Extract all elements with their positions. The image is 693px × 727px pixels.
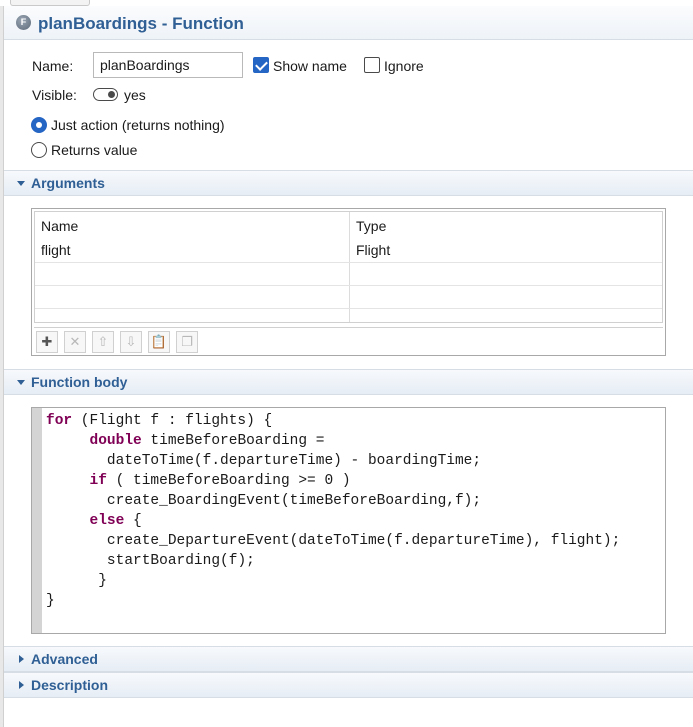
description-section-title: Description [31,677,109,693]
function-body-section-header[interactable]: Function body [4,369,693,395]
panel-border [0,6,4,727]
code-line[interactable]: } [46,571,620,591]
visible-value: yes [124,87,146,103]
code-gutter [32,408,42,633]
code-line[interactable]: if ( timeBeforeBoarding >= 0 ) [46,471,620,491]
code-line[interactable]: } [46,591,620,611]
move-up-icon[interactable]: ⇧ [92,331,114,353]
row-divider [35,285,662,286]
column-separator [349,212,350,322]
column-header-name[interactable]: Name [41,218,78,234]
code-line[interactable]: create_DepartureEvent(dateToTime(f.depar… [46,531,620,551]
properties-header: F planBoardings - Function [4,6,693,40]
paste-icon[interactable]: 📋 [148,331,170,353]
code-line[interactable]: startBoarding(f); [46,551,620,571]
visible-label: Visible: [32,87,77,103]
returns-value-label[interactable]: Returns value [51,142,137,158]
function-body-section-title: Function body [31,374,128,390]
arguments-section-header[interactable]: Arguments [4,170,693,196]
name-label: Name: [32,58,74,74]
column-header-type[interactable]: Type [356,218,386,234]
page-title: planBoardings - Function [38,14,244,33]
code-text: dateToTime(f.departureTime) - boardingTi… [106,453,482,469]
code-keyword: else [89,513,125,529]
visible-toggle[interactable] [93,88,118,101]
arguments-table-box: Name Type flight Flight ✚ ✕ ⇧ ⇩ 📋 ❐ [31,208,666,356]
chevron-down-icon [17,181,25,186]
code-text: timeBeforeBoarding = [141,433,325,449]
code-keyword: double [89,433,142,449]
code-line[interactable]: else { [46,511,620,531]
chevron-right-icon [19,681,24,689]
arguments-table: Name Type flight Flight [34,211,663,323]
just-action-label[interactable]: Just action (returns nothing) [51,117,225,133]
returns-value-radio[interactable] [31,142,47,158]
row-divider [35,308,662,309]
ignore-label[interactable]: Ignore [384,58,424,74]
code-text: ( timeBeforeBoarding >= 0 ) [106,473,351,489]
advanced-section-header[interactable]: Advanced [4,646,693,672]
code-text: { [124,513,142,529]
code-keyword: for [46,413,73,429]
argument-type-cell[interactable]: Flight [356,242,390,258]
move-down-icon[interactable]: ⇩ [120,331,142,353]
function-icon: F [16,15,31,30]
code-editor[interactable]: for (Flight f : flights) { double timeBe… [31,407,666,634]
code-text: } [46,593,55,609]
add-icon[interactable]: ✚ [36,331,58,353]
description-section-header[interactable]: Description [4,672,693,698]
advanced-section-title: Advanced [31,651,98,667]
row-divider [35,262,662,263]
code-area[interactable]: for (Flight f : flights) { double timeBe… [46,411,620,611]
show-name-checkbox[interactable] [253,57,269,73]
arguments-section-title: Arguments [31,175,105,191]
code-line[interactable]: double timeBeforeBoarding = [46,431,620,451]
code-line[interactable]: for (Flight f : flights) { [46,411,620,431]
arguments-toolbar: ✚ ✕ ⇧ ⇩ 📋 ❐ [34,327,663,353]
chevron-down-icon [17,380,25,385]
code-text: create_BoardingEvent(timeBeforeBoarding,… [106,493,482,509]
chevron-right-icon [19,655,24,663]
code-line[interactable]: dateToTime(f.departureTime) - boardingTi… [46,451,620,471]
toggle-knob [108,91,115,98]
name-field[interactable] [93,52,243,78]
argument-name-cell[interactable]: flight [41,242,71,258]
delete-icon[interactable]: ✕ [64,331,86,353]
code-text: } [98,573,107,589]
ignore-checkbox[interactable] [364,57,380,73]
code-text: startBoarding(f); [106,553,255,569]
just-action-radio[interactable] [31,117,47,133]
code-text: create_DepartureEvent(dateToTime(f.depar… [106,533,621,549]
show-name-label[interactable]: Show name [273,58,347,74]
code-text: (Flight f : flights) { [72,413,273,429]
code-keyword: if [89,473,107,489]
copy-icon[interactable]: ❐ [176,331,198,353]
code-line[interactable]: create_BoardingEvent(timeBeforeBoarding,… [46,491,620,511]
